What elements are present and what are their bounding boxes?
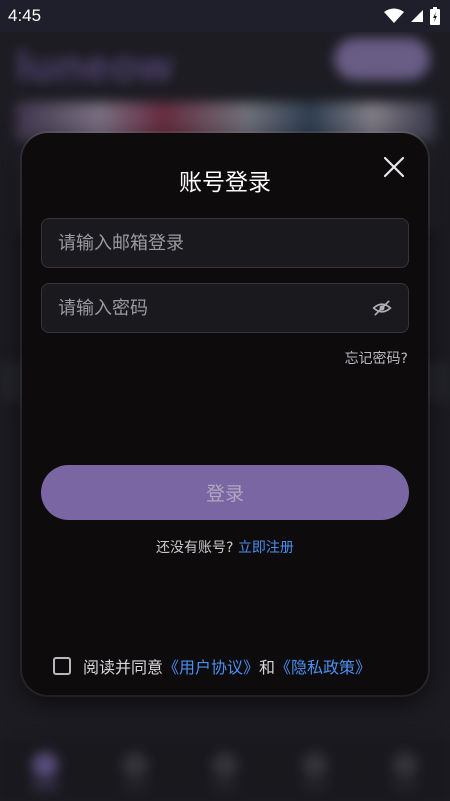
status-bar: 4:45 <box>0 0 450 32</box>
privacy-policy-link[interactable]: 《隐私政策》 <box>275 654 371 678</box>
agreement-row: 阅读并同意 《用户协议》 和 《隐私政策》 <box>53 654 371 678</box>
dialog-title: 账号登录 <box>179 170 271 196</box>
register-row: 还没有账号? 立即注册 <box>22 537 428 557</box>
no-account-text: 还没有账号? <box>156 540 238 556</box>
and-text: 和 <box>259 658 276 677</box>
status-icons <box>384 7 440 25</box>
login-button[interactable]: 登录 <box>41 465 409 520</box>
forgot-password-link[interactable]: 忘记密码? <box>345 348 408 368</box>
password-input[interactable] <box>58 297 372 319</box>
email-input[interactable] <box>58 232 392 254</box>
eye-off-icon[interactable] <box>372 298 392 318</box>
signal-icon <box>411 10 423 22</box>
agree-prefix-text: 阅读并同意 <box>83 658 164 677</box>
wifi-icon <box>384 8 404 23</box>
agreement-checkbox[interactable] <box>53 657 71 675</box>
battery-icon <box>430 7 440 25</box>
close-icon[interactable] <box>382 155 406 179</box>
email-field[interactable] <box>41 218 409 268</box>
register-link[interactable]: 立即注册 <box>238 540 294 556</box>
login-dialog: 账号登录 忘记密码? 登录 还没有账号? 立即注册 阅读并同意 《用户协议》 和… <box>22 133 428 695</box>
user-agreement-link[interactable]: 《用户协议》 <box>163 654 259 678</box>
status-time: 4:45 <box>8 6 42 25</box>
password-field[interactable] <box>41 283 409 333</box>
